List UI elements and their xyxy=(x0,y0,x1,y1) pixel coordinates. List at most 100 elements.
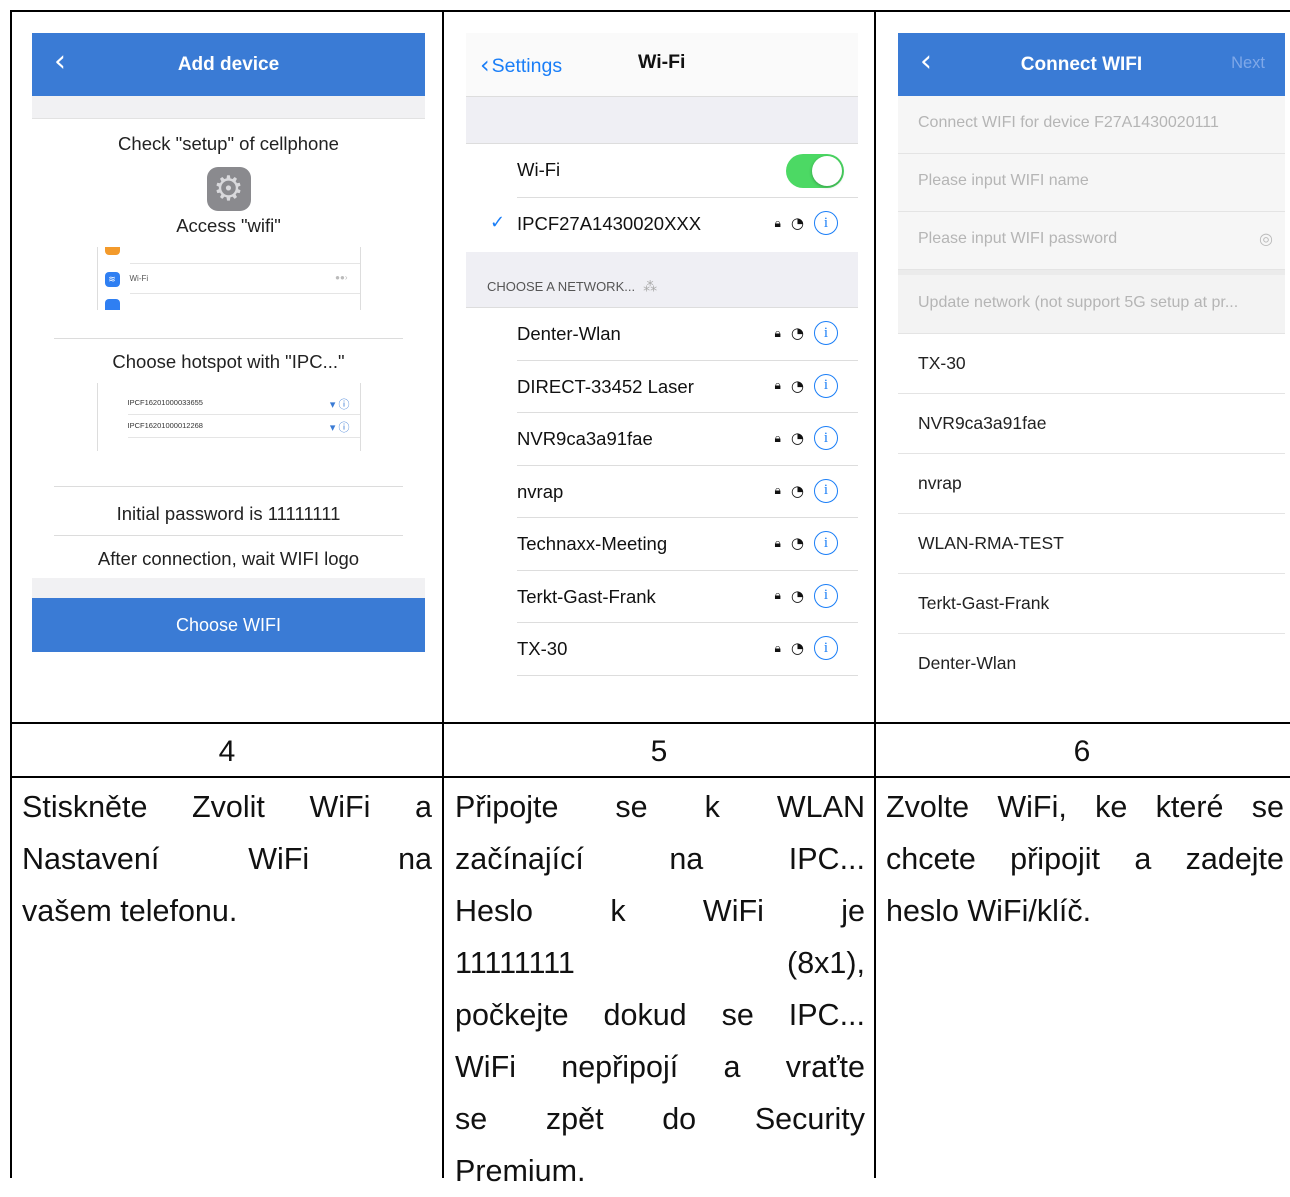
wifi-icon: ≋ xyxy=(104,272,120,287)
network-list: Denter-Wlan 🔒︎ ◔ i DIRECT-33452 Laser 🔒︎ ◔ i NVR… xyxy=(466,308,858,676)
description-line: chcete připojit a zadejte xyxy=(886,842,1284,876)
lock-icon: 🔒︎ xyxy=(774,535,781,550)
description-line: počkejte dokud se IPC... xyxy=(455,998,865,1032)
description-line: heslo WiFi/klíč. xyxy=(886,894,1092,928)
wifi-network-item[interactable]: NVR9ca3a91fae xyxy=(898,394,1285,454)
step-number: 6 xyxy=(1073,735,1091,768)
step-number: 4 xyxy=(218,735,236,768)
wifi-info-icon: ▾ ⓘ xyxy=(329,422,350,434)
description-line: 11111111 (8x1), xyxy=(455,946,865,980)
wifi-icon: ◔ xyxy=(790,534,804,552)
network-name: DIRECT-33452 Laser xyxy=(517,375,694,397)
next-button[interactable]: Next xyxy=(1231,54,1265,73)
wifi-network-item[interactable]: TX-30 xyxy=(898,334,1285,394)
access-wifi-label: Access "wifi" xyxy=(176,215,281,236)
network-row[interactable]: TX-30 🔒︎ ◔ i xyxy=(466,623,858,676)
connected-network-row[interactable]: ✓ IPCF27A1430020XXX 🔒︎ ◔ i xyxy=(466,198,858,252)
network-name: NVR9ca3a91fae xyxy=(517,428,653,449)
description-line: vašem telefonu. xyxy=(22,894,238,928)
check-setup-label: Check "setup" of cellphone xyxy=(118,133,339,154)
wifi-toggle[interactable] xyxy=(786,154,844,188)
network-row[interactable]: NVR9ca3a91fae 🔒︎ ◔ i xyxy=(466,413,858,466)
network-row[interactable]: Denter-Wlan 🔒︎ ◔ i xyxy=(466,308,858,361)
info-icon[interactable]: i xyxy=(814,531,838,555)
description-line: Připojte se k WLAN xyxy=(455,790,865,824)
wifi-network-item[interactable]: Terkt-Gast-Frank xyxy=(898,574,1285,634)
lock-icon: 🔒︎ xyxy=(774,588,781,602)
network-row[interactable]: Technaxx-Meeting 🔒︎ ◔ i xyxy=(466,518,858,571)
wifi-network-item[interactable]: Denter-Wlan xyxy=(898,634,1285,693)
wifi-network-list: TX-30 NVR9ca3a91fae nvrap WLAN-RMA-TEST Terk… xyxy=(898,334,1285,693)
step-4-description: Stiskněte Zvolit WiFi a Nastavení WiFi na… xyxy=(22,781,432,937)
info-icon[interactable]: i xyxy=(814,321,838,345)
wifi-icon: ◔ xyxy=(790,324,804,342)
step-5-description: Připojte se k WLAN začínající na IPC... He… xyxy=(455,781,865,1197)
hotspot-section: Choose hotspot with "IPC..." IPCF1620100… xyxy=(32,339,425,489)
nav-bar: ‹ Settings Wi-Fi xyxy=(466,33,858,97)
checkmark-icon: ✓ xyxy=(490,212,506,233)
back-icon[interactable]: ‹ xyxy=(920,47,932,77)
spinner-icon: ⁂ xyxy=(643,278,658,294)
screenshot-ios-wifi: ‹ Settings Wi-Fi Wi-Fi ✓ IPCF27A1430020XX… xyxy=(466,33,858,713)
screenshot-add-device: ‹ Add device Check "setup" of cellphone … xyxy=(32,33,425,710)
device-info-row: Connect WIFI for device F27A1430020111 xyxy=(898,96,1285,154)
row-divider xyxy=(10,722,1290,724)
wifi-password-input[interactable]: Please input WIFI password ◎ xyxy=(898,212,1285,270)
info-icon[interactable]: i xyxy=(814,636,838,660)
step-6-description: Zvolte WiFi, ke které se chcete připojit … xyxy=(886,781,1284,937)
info-icon[interactable]: i xyxy=(814,583,838,608)
description-line: začínající na IPC... xyxy=(455,842,865,876)
lock-icon: 🔒︎ xyxy=(774,325,781,340)
wifi-icon: ◔ xyxy=(790,376,804,395)
lock-icon: 🔒︎ xyxy=(774,483,781,497)
info-icon[interactable]: i xyxy=(814,478,838,503)
description-line: Heslo k WiFi je xyxy=(455,894,865,928)
network-row[interactable]: DIRECT-33452 Laser 🔒︎ ◔ i xyxy=(466,360,858,413)
choose-hotspot-label: Choose hotspot with "IPC..." xyxy=(112,351,345,372)
lock-icon: 🔒︎ xyxy=(774,378,781,392)
wifi-icon: ◔ xyxy=(790,214,804,232)
wifi-icon: ◔ xyxy=(790,639,804,657)
back-icon[interactable]: ‹ xyxy=(54,47,66,77)
network-name: nvrap xyxy=(517,480,564,502)
update-network-row[interactable]: Update network (not support 5G setup at … xyxy=(898,275,1285,334)
nav-bar: ‹ Connect WIFI Next xyxy=(898,33,1285,96)
chevron-left-icon: ‹ xyxy=(480,51,490,79)
choose-network-header: CHOOSE A NETWORK... ⁂ xyxy=(466,252,858,308)
description-line: Nastavení WiFi na xyxy=(22,842,432,876)
network-name: Technaxx-Meeting xyxy=(517,533,668,554)
wifi-toggle-row: Wi-Fi xyxy=(466,144,858,198)
hotspot-row: IPCF16201000012268 ▾ ⓘ xyxy=(127,421,350,434)
network-name: Terkt-Gast-Frank xyxy=(517,585,656,607)
eye-icon[interactable]: ◎ xyxy=(1259,229,1273,248)
info-icon[interactable]: i xyxy=(814,426,838,450)
wifi-icon: ◔ xyxy=(790,429,804,447)
description-line: se zpět do Security xyxy=(455,1102,865,1136)
mini-hotspot-preview: IPCF16201000033655 ▾ ⓘ IPCF16201000012268… xyxy=(96,383,361,451)
wifi-icon: ◔ xyxy=(790,481,804,500)
wifi-icon: ◔ xyxy=(790,586,804,605)
after-connection-text: After connection, wait WIFI logo xyxy=(97,548,360,569)
description-line: WiFi nepřipojí a vraťte xyxy=(455,1050,865,1084)
description-line: Zvolte WiFi, ke které se xyxy=(886,790,1284,824)
network-name: Denter-Wlan xyxy=(517,323,621,344)
column-divider xyxy=(874,10,876,1178)
info-icon[interactable]: i xyxy=(814,211,838,235)
wifi-name-input[interactable]: Please input WIFI name xyxy=(898,154,1285,212)
info-icon[interactable]: i xyxy=(814,373,838,398)
screen-title: Add device xyxy=(177,53,280,75)
network-row[interactable]: nvrap 🔒︎ ◔ i xyxy=(466,465,858,518)
choose-wifi-button[interactable]: Choose WIFI xyxy=(32,598,425,652)
network-row[interactable]: Terkt-Gast-Frank 🔒︎ ◔ i xyxy=(466,570,858,623)
lock-icon: 🔒︎ xyxy=(774,215,781,230)
wifi-info-icon: ▾ ⓘ xyxy=(329,399,350,411)
lock-icon: 🔒︎ xyxy=(774,640,781,655)
row-divider xyxy=(10,776,1290,778)
wifi-network-item[interactable]: nvrap xyxy=(898,454,1285,514)
settings-back-button[interactable]: ‹ Settings xyxy=(480,50,562,79)
nav-bar: ‹ Add device xyxy=(32,33,425,96)
wifi-network-item[interactable]: WLAN-RMA-TEST xyxy=(898,514,1285,574)
step-number: 5 xyxy=(650,735,668,768)
description-line: Stiskněte Zvolit WiFi a xyxy=(22,790,432,824)
mini-settings-preview: ≋ Wi-Fi ●●› xyxy=(96,247,361,310)
